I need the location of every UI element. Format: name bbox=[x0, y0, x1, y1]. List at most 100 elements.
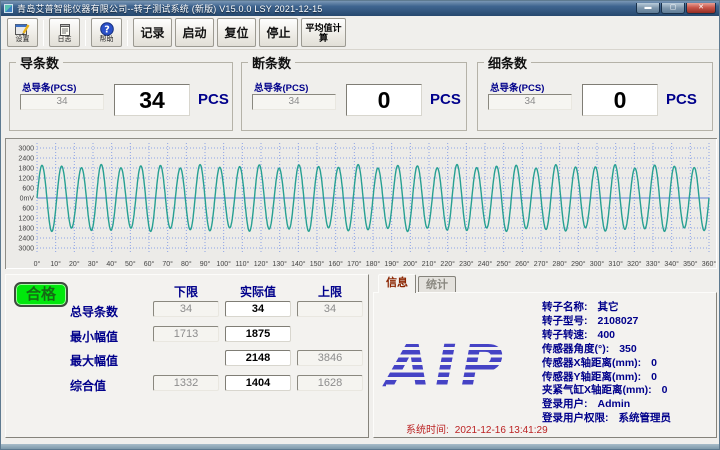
toolbar-separator bbox=[43, 20, 44, 46]
total-bars-lower: 34 bbox=[153, 301, 219, 317]
svg-text:350°: 350° bbox=[683, 260, 698, 268]
svg-text:230°: 230° bbox=[459, 260, 474, 268]
average-calc-button[interactable]: 平均值计算 bbox=[301, 18, 346, 47]
svg-text:330°: 330° bbox=[646, 260, 661, 268]
toolbar-separator bbox=[85, 20, 86, 46]
info-field-clamp-cylinder-x: 夹紧气缸X轴距离(mm):0 bbox=[542, 384, 671, 398]
window-bottom-border bbox=[1, 444, 719, 449]
svg-text:290°: 290° bbox=[571, 260, 586, 268]
info-field-rotor-name: 转子名称:其它 bbox=[542, 301, 671, 315]
total-bars-upper: 34 bbox=[297, 301, 363, 317]
log-label: 日志 bbox=[58, 36, 72, 44]
svg-text:20°: 20° bbox=[69, 260, 80, 268]
svg-text:280°: 280° bbox=[552, 260, 567, 268]
row-label-max-amplitude: 最大幅值 bbox=[70, 352, 152, 369]
tab-info[interactable]: 信息 bbox=[378, 274, 416, 293]
settings-icon bbox=[15, 23, 30, 36]
close-button[interactable]: ✕ bbox=[686, 3, 716, 14]
app-window: 青岛艾普智能仪器有限公司--转子测试系统 (新版) V15.0.0 LSY 20… bbox=[0, 0, 720, 450]
svg-text:110°: 110° bbox=[235, 260, 249, 268]
svg-text:40°: 40° bbox=[106, 260, 117, 268]
total-bars-field: 34 bbox=[488, 94, 572, 110]
info-field-sensor-x: 传感器X轴距离(mm):0 bbox=[542, 357, 671, 371]
total-bars-actual: 34 bbox=[225, 301, 291, 317]
system-time: 系统时间:2021-12-16 13:41:29 bbox=[400, 421, 548, 436]
min-amplitude-actual: 1875 bbox=[225, 326, 291, 342]
minimize-button[interactable]: ▬ bbox=[636, 3, 660, 14]
waveform-chart: 0°10°20°30°40°50°60°70°80°90°100°110°120… bbox=[5, 138, 717, 269]
unit-label: PCS bbox=[430, 91, 461, 108]
thin-bar-count-display: 0 bbox=[582, 84, 658, 116]
toolbar: 设置 日志 ? 帮助 记录 启动 复位 停止 平均值计算 bbox=[1, 16, 719, 50]
help-button[interactable]: ? 帮助 bbox=[91, 18, 122, 47]
composite-lower: 1332 bbox=[153, 375, 219, 391]
total-bars-label: 总导条(PCS) bbox=[22, 80, 76, 94]
svg-text:250°: 250° bbox=[496, 260, 511, 268]
svg-text:10°: 10° bbox=[50, 260, 61, 268]
total-bars-label: 总导条(PCS) bbox=[490, 80, 544, 94]
svg-text:90°: 90° bbox=[200, 260, 211, 268]
settings-button[interactable]: 设置 bbox=[7, 18, 38, 47]
svg-text:70°: 70° bbox=[162, 260, 173, 268]
title-bar: 青岛艾普智能仪器有限公司--转子测试系统 (新版) V15.0.0 LSY 20… bbox=[1, 1, 719, 16]
svg-text:120°: 120° bbox=[254, 260, 269, 268]
svg-text:0mV: 0mV bbox=[20, 196, 35, 203]
max-amplitude-upper: 3846 bbox=[297, 350, 363, 366]
composite-upper: 1628 bbox=[297, 375, 363, 391]
row-label-total-bars: 总导条数 bbox=[70, 303, 152, 320]
svg-text:100°: 100° bbox=[216, 260, 231, 268]
pass-status-badge: 合格 bbox=[14, 282, 68, 307]
svg-text:1800: 1800 bbox=[18, 226, 34, 233]
total-bars-label: 总导条(PCS) bbox=[254, 80, 308, 94]
group-thin-bar-count: 细条数 总导条(PCS) 34 0 PCS bbox=[477, 53, 713, 131]
min-amplitude-lower: 1713 bbox=[153, 326, 219, 342]
start-button[interactable]: 启动 bbox=[175, 18, 214, 47]
help-label: 帮助 bbox=[100, 36, 114, 44]
svg-text:360°: 360° bbox=[702, 260, 717, 268]
svg-text:320°: 320° bbox=[627, 260, 642, 268]
app-icon bbox=[4, 4, 13, 13]
svg-text:130°: 130° bbox=[272, 260, 287, 268]
column-header-lower: 下限 bbox=[153, 283, 219, 300]
reset-button[interactable]: 复位 bbox=[217, 18, 256, 47]
unit-label: PCS bbox=[198, 91, 229, 108]
svg-text:30°: 30° bbox=[88, 260, 99, 268]
column-header-upper: 上限 bbox=[297, 283, 363, 300]
svg-text:220°: 220° bbox=[440, 260, 455, 268]
tab-statistics[interactable]: 统计 bbox=[418, 276, 456, 292]
svg-text:150°: 150° bbox=[310, 260, 325, 268]
result-panel: 合格 下限 实际值 上限 总导条数 34 34 34 最小幅值 1713 187… bbox=[5, 274, 369, 438]
aip-logo: AIP bbox=[386, 335, 546, 399]
svg-text:260°: 260° bbox=[515, 260, 530, 268]
unit-label: PCS bbox=[666, 91, 697, 108]
composite-actual: 1404 bbox=[225, 375, 291, 391]
svg-text:140°: 140° bbox=[291, 260, 306, 268]
group-title: 导条数 bbox=[16, 53, 63, 72]
info-field-user-role: 登录用户权限:系统管理员 bbox=[542, 412, 671, 426]
svg-text:180°: 180° bbox=[366, 260, 381, 268]
log-icon bbox=[59, 23, 71, 36]
svg-text:3000: 3000 bbox=[18, 146, 34, 153]
column-header-actual: 实际值 bbox=[225, 283, 291, 300]
total-bars-field: 34 bbox=[20, 94, 104, 110]
record-button[interactable]: 记录 bbox=[133, 18, 172, 47]
svg-text:160°: 160° bbox=[328, 260, 343, 268]
group-title: 断条数 bbox=[248, 53, 295, 72]
svg-text:600: 600 bbox=[22, 206, 34, 213]
svg-text:1200: 1200 bbox=[18, 176, 34, 183]
info-panel: 信息 统计 AIP 转子名称:其它 转子型号:2108027 转子转速:400 … bbox=[373, 274, 717, 438]
max-amplitude-actual: 2148 bbox=[225, 350, 291, 366]
row-label-min-amplitude: 最小幅值 bbox=[70, 328, 152, 345]
svg-text:340°: 340° bbox=[664, 260, 679, 268]
settings-label: 设置 bbox=[16, 36, 30, 44]
svg-text:3000: 3000 bbox=[18, 246, 34, 253]
row-label-composite-value: 综合值 bbox=[70, 377, 152, 394]
maximize-button[interactable]: ▢ bbox=[661, 3, 685, 14]
help-icon: ? bbox=[100, 22, 114, 36]
info-field-rotor-speed: 转子转速:400 bbox=[542, 329, 671, 343]
stop-button[interactable]: 停止 bbox=[259, 18, 298, 47]
svg-text:240°: 240° bbox=[478, 260, 493, 268]
bar-count-display: 34 bbox=[114, 84, 190, 116]
log-button[interactable]: 日志 bbox=[49, 18, 80, 47]
logo-stripes-overlay bbox=[386, 335, 546, 399]
